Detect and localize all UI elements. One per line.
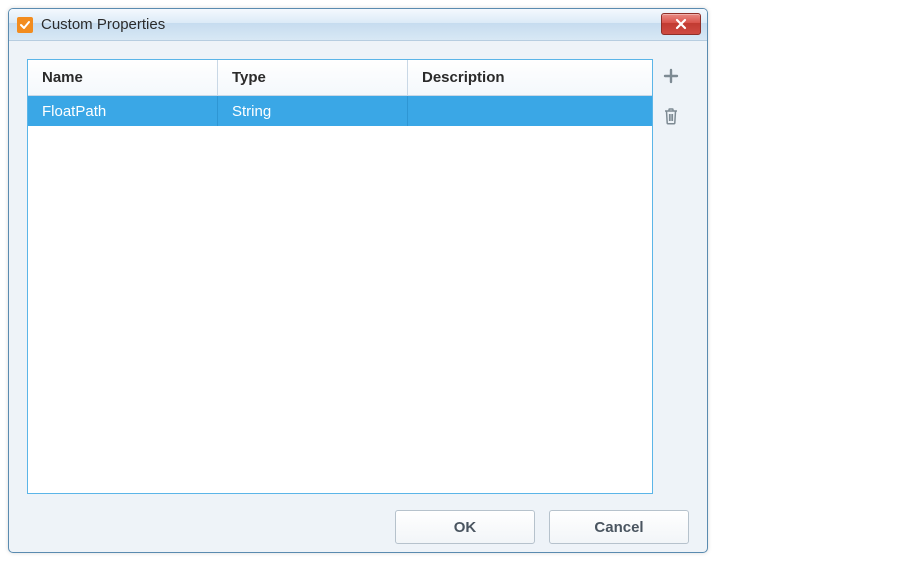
- plus-icon: [662, 67, 680, 85]
- column-header-description[interactable]: Description: [408, 60, 652, 95]
- trash-icon: [663, 107, 679, 125]
- column-header-type[interactable]: Type: [218, 60, 408, 95]
- table-header: Name Type Description: [28, 60, 652, 96]
- dialog-footer: OK Cancel: [9, 502, 707, 552]
- table-row[interactable]: FloatPath String: [28, 96, 652, 126]
- custom-properties-dialog: Custom Properties Name Type Description …: [8, 8, 708, 553]
- close-button[interactable]: [661, 13, 701, 35]
- column-header-name[interactable]: Name: [28, 60, 218, 95]
- dialog-content: Name Type Description FloatPath String: [27, 59, 689, 494]
- side-toolbar: [653, 59, 689, 494]
- table-body: FloatPath String: [28, 96, 652, 493]
- cell-type[interactable]: String: [218, 96, 408, 126]
- add-button[interactable]: [660, 65, 682, 87]
- window-title: Custom Properties: [41, 16, 165, 33]
- properties-table: Name Type Description FloatPath String: [27, 59, 653, 494]
- cell-name[interactable]: FloatPath: [28, 96, 218, 126]
- app-icon: [17, 17, 33, 33]
- titlebar[interactable]: Custom Properties: [9, 9, 707, 41]
- ok-button[interactable]: OK: [395, 510, 535, 544]
- cell-description[interactable]: [408, 96, 652, 126]
- cancel-button[interactable]: Cancel: [549, 510, 689, 544]
- delete-button[interactable]: [660, 105, 682, 127]
